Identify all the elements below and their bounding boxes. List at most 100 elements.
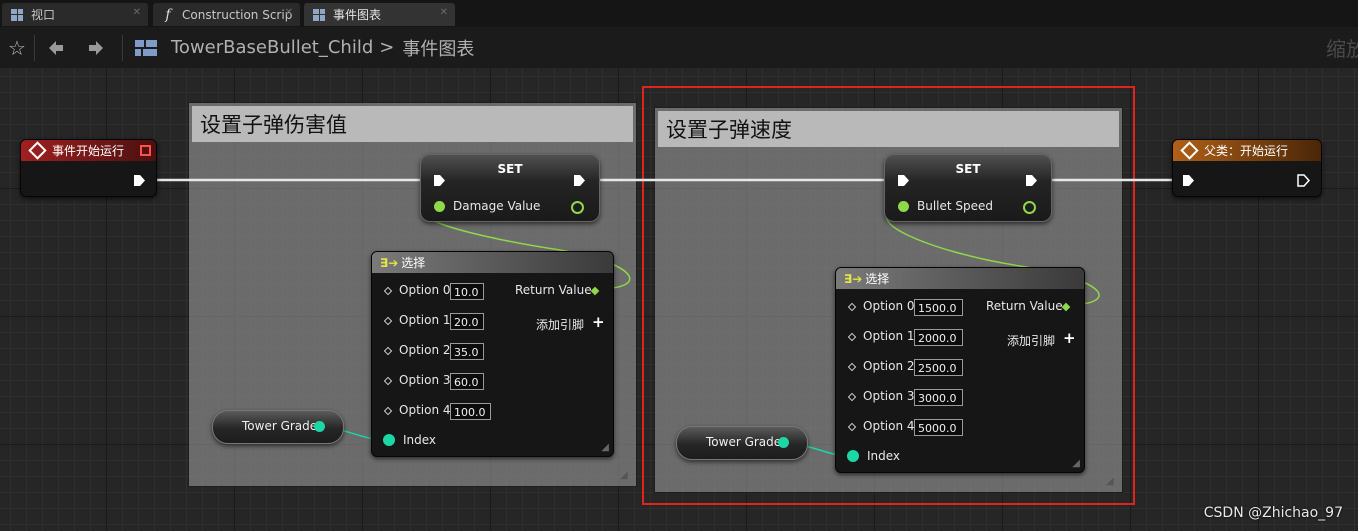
float-output-pin[interactable] bbox=[571, 201, 584, 214]
option-pin[interactable] bbox=[383, 406, 393, 416]
index-input-pin[interactable] bbox=[383, 434, 395, 446]
separator bbox=[34, 35, 35, 61]
back-arrow-icon[interactable] bbox=[42, 27, 70, 68]
int-output-pin[interactable] bbox=[314, 421, 325, 432]
return-value-label: Return Value bbox=[986, 299, 1063, 313]
option-value-input[interactable]: 100.0 bbox=[450, 403, 491, 420]
option-pin[interactable] bbox=[847, 422, 857, 432]
pin-label: Damage Value bbox=[453, 199, 541, 213]
breadcrumb: TowerBaseBullet_Child > 事件图表 bbox=[171, 27, 474, 68]
blueprint-icon bbox=[132, 27, 160, 68]
toolbar: ☆ TowerBaseBullet_Child > 事件图表 缩放 bbox=[0, 27, 1358, 69]
option-label: Option 1 bbox=[863, 329, 915, 343]
option-label: Option 4 bbox=[863, 419, 915, 433]
index-label: Index bbox=[867, 449, 901, 463]
exec-output-pin[interactable] bbox=[1025, 174, 1038, 187]
exec-input-pin[interactable] bbox=[1182, 174, 1195, 187]
viewport-grid-icon bbox=[10, 8, 24, 22]
option-value-input[interactable]: 60.0 bbox=[450, 373, 484, 390]
select-header: ∃➔ 选择 bbox=[372, 252, 613, 273]
option-label: Option 3 bbox=[863, 389, 915, 403]
event-header: 事件开始运行 bbox=[21, 140, 156, 161]
tab-event-graph[interactable]: 事件图表 ✕ bbox=[304, 3, 455, 26]
option-value-input[interactable]: 20.0 bbox=[450, 313, 484, 330]
option-value-input[interactable]: 35.0 bbox=[450, 343, 484, 360]
select-icon: ∃➔ bbox=[380, 255, 399, 270]
exec-input-pin[interactable] bbox=[433, 174, 446, 187]
exec-input-pin[interactable] bbox=[897, 174, 910, 187]
zoom-label: 缩放 bbox=[1326, 37, 1358, 61]
event-diamond-icon bbox=[28, 141, 47, 160]
select-damage-node[interactable]: ∃➔ 选择 Option 0 10.0 Option 1 20.0 Option… bbox=[371, 251, 614, 457]
option-value-input[interactable]: 2500.0 bbox=[914, 359, 963, 376]
option-value-input[interactable]: 3000.0 bbox=[914, 389, 963, 406]
event-begin-play-node[interactable]: 事件开始运行 bbox=[20, 139, 157, 197]
resize-grip-icon[interactable]: ◢ bbox=[1072, 458, 1080, 469]
resize-grip-icon[interactable]: ◢ bbox=[601, 442, 609, 453]
tab-label: 视口 bbox=[31, 8, 56, 22]
separator bbox=[122, 35, 123, 61]
parent-begin-play-node[interactable]: 父类：开始运行 bbox=[1172, 139, 1322, 197]
add-pin-label[interactable]: 添加引脚 bbox=[1007, 332, 1055, 349]
float-input-pin[interactable] bbox=[434, 201, 445, 212]
set-damage-node[interactable]: SET Damage Value bbox=[420, 154, 600, 222]
select-speed-node[interactable]: ∃➔ 选择 Option 0 1500.0 Option 1 2000.0 Op… bbox=[835, 267, 1085, 473]
option-value-input[interactable]: 2000.0 bbox=[914, 329, 963, 346]
tab-construction-script[interactable]: f Construction Scrip ✕ bbox=[153, 3, 300, 26]
close-icon[interactable]: ✕ bbox=[440, 7, 448, 18]
select-header: ∃➔ 选择 bbox=[836, 268, 1084, 289]
forward-arrow-icon[interactable] bbox=[82, 27, 110, 68]
return-value-pin[interactable] bbox=[1061, 302, 1071, 312]
int-output-pin[interactable] bbox=[778, 437, 789, 448]
float-input-pin[interactable] bbox=[898, 201, 909, 212]
exec-output-pin[interactable] bbox=[1297, 174, 1310, 187]
event-header: 父类：开始运行 bbox=[1173, 140, 1321, 161]
tab-viewport[interactable]: 视口 ✕ bbox=[2, 3, 148, 26]
variable-label: Tower Grade bbox=[706, 435, 782, 449]
option-pin[interactable] bbox=[383, 316, 393, 326]
variable-label: Tower Grade bbox=[242, 419, 318, 433]
option-pin[interactable] bbox=[383, 346, 393, 356]
option-pin[interactable] bbox=[847, 332, 857, 342]
star-favorite-icon[interactable]: ☆ bbox=[4, 27, 30, 68]
close-icon[interactable]: ✕ bbox=[285, 7, 293, 18]
event-diamond-icon bbox=[1180, 141, 1199, 160]
option-pin[interactable] bbox=[383, 376, 393, 386]
option-value-input[interactable]: 5000.0 bbox=[914, 419, 963, 436]
option-pin[interactable] bbox=[847, 302, 857, 312]
tab-bar: 视口 ✕ f Construction Scrip ✕ 事件图表 ✕ bbox=[0, 0, 1358, 28]
tower-grade-getter-node[interactable]: Tower Grade bbox=[676, 426, 808, 460]
option-pin[interactable] bbox=[383, 286, 393, 296]
resize-grip-icon[interactable]: ◢ bbox=[620, 470, 632, 482]
node-title: 选择 bbox=[865, 272, 890, 286]
event-graph-canvas[interactable]: 设置子弹伤害值 ◢ 设置子弹速度 ◢ 事件开始运行 父类：开始运行 SET Da… bbox=[0, 68, 1358, 531]
option-pin[interactable] bbox=[847, 392, 857, 402]
breadcrumb-blueprint[interactable]: TowerBaseBullet_Child bbox=[171, 37, 373, 58]
close-icon[interactable]: ✕ bbox=[133, 7, 141, 18]
option-label: Option 2 bbox=[863, 359, 915, 373]
option-label: Option 2 bbox=[399, 343, 451, 357]
pin-label: Bullet Speed bbox=[917, 199, 994, 213]
option-label: Option 1 bbox=[399, 313, 451, 327]
option-value-input[interactable]: 1500.0 bbox=[914, 299, 963, 316]
delegate-pin-icon[interactable] bbox=[140, 145, 151, 156]
node-title: 选择 bbox=[401, 256, 426, 270]
option-value-input[interactable]: 10.0 bbox=[450, 283, 484, 300]
tower-grade-getter-node[interactable]: Tower Grade bbox=[212, 410, 344, 444]
float-output-pin[interactable] bbox=[1023, 201, 1036, 214]
set-speed-node[interactable]: SET Bullet Speed bbox=[884, 154, 1052, 222]
select-icon: ∃➔ bbox=[844, 271, 863, 286]
add-pin-plus-icon[interactable]: + bbox=[592, 315, 605, 330]
option-pin[interactable] bbox=[847, 362, 857, 372]
exec-output-pin[interactable] bbox=[133, 174, 146, 187]
return-value-pin[interactable] bbox=[590, 286, 600, 296]
exec-output-pin[interactable] bbox=[573, 174, 586, 187]
tab-label: Construction Scrip bbox=[182, 7, 293, 22]
index-label: Index bbox=[403, 433, 437, 447]
index-input-pin[interactable] bbox=[847, 450, 859, 462]
breadcrumb-graph[interactable]: 事件图表 bbox=[402, 35, 474, 61]
option-label: Option 3 bbox=[399, 373, 451, 387]
add-pin-label[interactable]: 添加引脚 bbox=[536, 316, 584, 333]
add-pin-plus-icon[interactable]: + bbox=[1063, 331, 1076, 346]
comment-title[interactable]: 设置子弹伤害值 bbox=[192, 106, 633, 142]
